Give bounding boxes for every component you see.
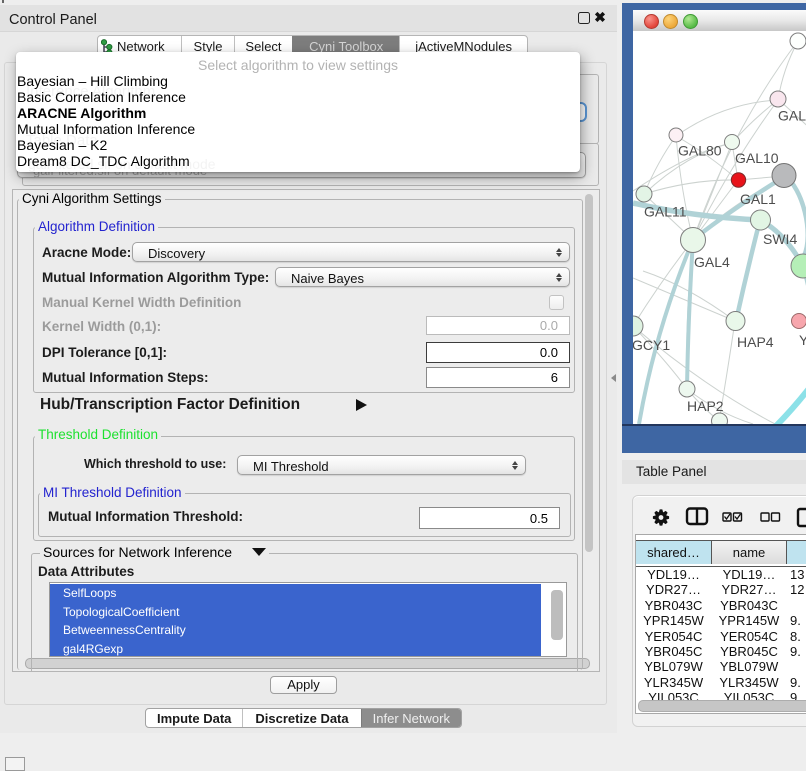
svg-text:GCY1: GCY1 xyxy=(633,337,670,353)
svg-text:GAL1: GAL1 xyxy=(740,191,776,207)
svg-text:GAL7: GAL7 xyxy=(778,108,806,124)
svg-text:GAL4: GAL4 xyxy=(694,254,730,270)
svg-text:SWI4: SWI4 xyxy=(763,231,797,247)
svg-text:Y: Y xyxy=(799,332,806,348)
svg-text:GAL11: GAL11 xyxy=(644,204,687,220)
svg-text:HAP2: HAP2 xyxy=(687,398,724,414)
svg-text:HAP4: HAP4 xyxy=(737,334,774,350)
svg-text:GAL10: GAL10 xyxy=(735,150,779,166)
svg-text:GAL80: GAL80 xyxy=(678,143,722,159)
